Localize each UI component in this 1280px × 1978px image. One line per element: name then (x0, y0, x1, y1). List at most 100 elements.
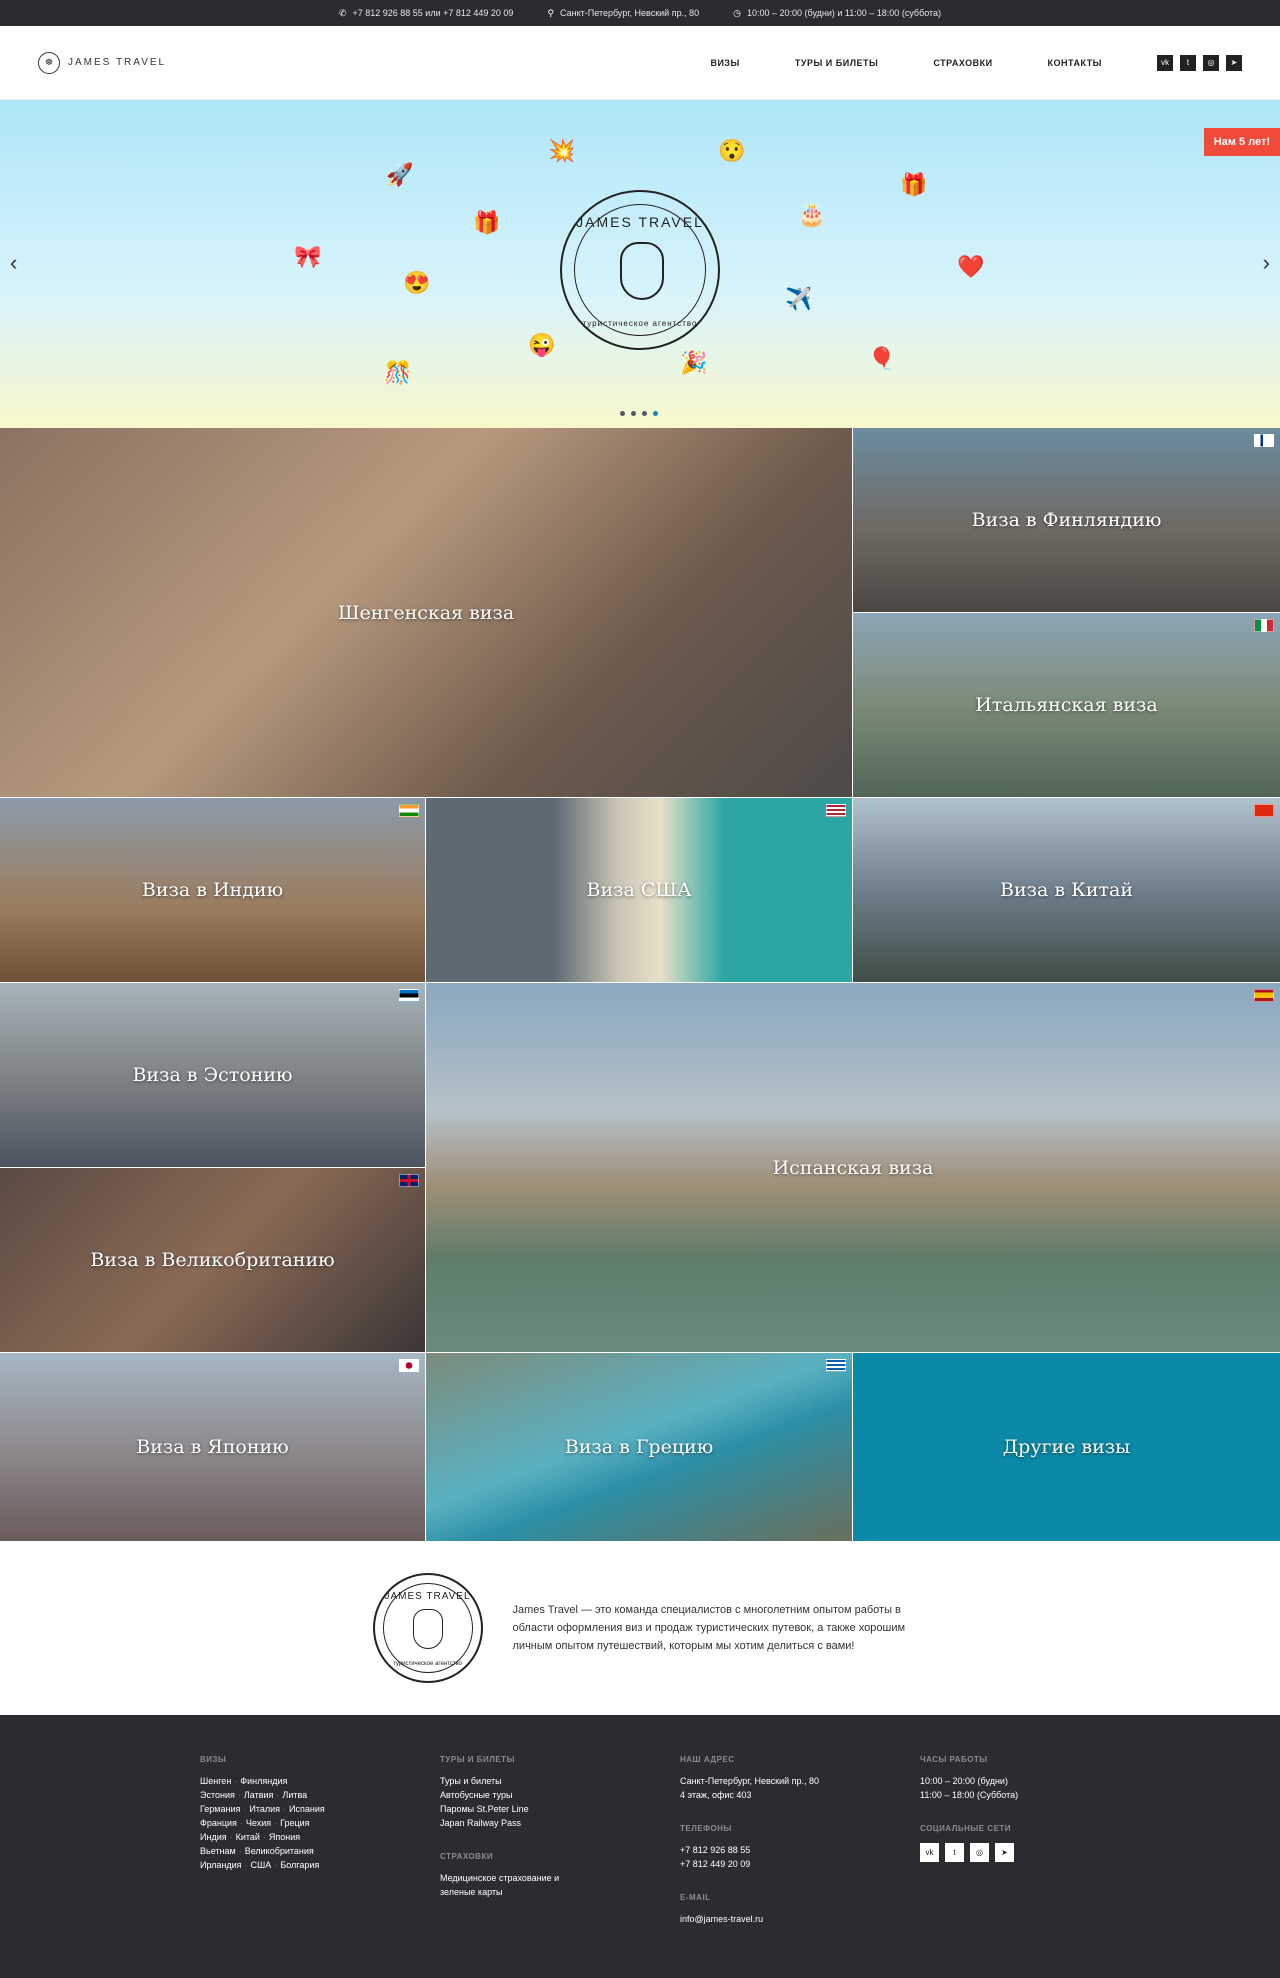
finland-flag-icon (1254, 434, 1274, 447)
tile-label: Виза США (586, 879, 692, 901)
footer-link[interactable]: Эстония (200, 1790, 235, 1800)
nav-insurance[interactable]: СТРАХОВКИ (933, 58, 992, 68)
confetti-ball-icon: 🎊 (384, 360, 412, 385)
tile-india[interactable]: Виза в Индию (0, 798, 425, 982)
tile-label: Виза в Китай (1000, 879, 1133, 901)
tile-label: Итальянская виза (975, 694, 1158, 716)
slider-prev-arrow-icon[interactable]: ‹ (10, 250, 17, 276)
footer-link[interactable]: Туры и билеты (440, 1774, 680, 1788)
captain-face-icon (412, 1609, 443, 1649)
emblem-title: JAMES TRAVEL (384, 1591, 471, 1602)
tile-uk[interactable]: Виза в Великобританию (0, 1168, 425, 1352)
tile-finland[interactable]: Виза в Финляндию (853, 428, 1280, 612)
footer-link[interactable]: Автобусные туры (440, 1788, 680, 1802)
logo-text: JAMES TRAVEL (68, 57, 167, 68)
phone-info[interactable]: ✆ +7 812 926 88 55 или +7 812 449 20 09 (339, 8, 514, 19)
usa-flag-icon (826, 804, 846, 817)
footer-link[interactable]: Медицинское страхование и (440, 1871, 680, 1885)
tile-usa[interactable]: Виза США (426, 798, 852, 982)
tile-label: Виза в Великобританию (90, 1249, 335, 1271)
twitter-icon[interactable]: t (945, 1843, 964, 1862)
footer-email[interactable]: info@james-travel.ru (680, 1912, 920, 1926)
footer-link[interactable]: Франция (200, 1818, 237, 1828)
location-pin-icon: ⚲ (547, 7, 555, 18)
telegram-icon[interactable]: ➤ (995, 1843, 1014, 1862)
tile-schengen[interactable]: Шенгенская виза (0, 428, 852, 797)
footer-link[interactable]: Чехия (246, 1818, 271, 1828)
gift-box-icon: 🎁 (900, 172, 928, 197)
phone-icon: ✆ (338, 7, 347, 18)
tile-china[interactable]: Виза в Китай (853, 798, 1280, 982)
footer-address-line: 4 этаж, офис 403 (680, 1790, 752, 1800)
uk-flag-icon (399, 1174, 419, 1187)
tile-label: Другие визы (1002, 1436, 1131, 1458)
airplane-icon: ✈️ (785, 286, 813, 311)
site-footer: ВИЗЫ Шенген · Финляндия Эстония · Латвия · Лит… (0, 1715, 1280, 1978)
slider-dot-active[interactable] (653, 411, 658, 416)
site-logo[interactable]: ☸ JAMES TRAVEL (38, 51, 167, 74)
vk-icon[interactable]: vk (1157, 54, 1173, 71)
china-flag-icon (1254, 804, 1274, 817)
footer-link[interactable]: Japan Railway Pass (440, 1816, 680, 1830)
emblem-subtitle: туристическое агентство (582, 319, 698, 328)
footer-address-line: Санкт-Петербург, Невский пр., 80 (680, 1776, 820, 1786)
sparkle-icon: 💥 (548, 138, 576, 163)
rocket-icon: 🚀 (386, 162, 414, 187)
footer-link[interactable]: Китай (236, 1832, 260, 1842)
tile-label: Шенгенская виза (337, 601, 515, 624)
slider-next-arrow-icon[interactable]: › (1263, 250, 1270, 276)
footer-heading: ТУРЫ И БИЛЕТЫ (440, 1755, 515, 1764)
nav-tours[interactable]: ТУРЫ И БИЛЕТЫ (795, 58, 878, 68)
instagram-icon[interactable]: ◎ (1203, 54, 1219, 71)
footer-link[interactable]: Италия (249, 1804, 280, 1814)
footer-link[interactable]: Ирландия (200, 1860, 242, 1870)
nav-contacts[interactable]: КОНТАКТЫ (1048, 58, 1102, 68)
footer-link[interactable]: Германия (200, 1804, 240, 1814)
footer-link[interactable]: Индия (200, 1832, 227, 1842)
footer-visa-row: Шенген · Финляндия (200, 1776, 288, 1786)
tile-italy[interactable]: Итальянская виза (853, 613, 1280, 797)
vk-icon[interactable]: vk (920, 1843, 939, 1862)
telegram-icon[interactable]: ➤ (1226, 54, 1242, 71)
tile-estonia[interactable]: Виза в Эстонию (0, 983, 425, 1167)
nav-visas[interactable]: ВИЗЫ (710, 58, 739, 68)
instagram-icon[interactable]: ◎ (970, 1843, 989, 1862)
footer-link[interactable]: Паромы St.Peter Line (440, 1802, 680, 1816)
twitter-icon[interactable]: t (1180, 54, 1196, 71)
slider-dot[interactable] (620, 411, 625, 416)
top-info-bar: ✆ +7 812 926 88 55 или +7 812 449 20 09 ⚲… (0, 0, 1280, 26)
footer-link[interactable]: Вьетнам (200, 1846, 236, 1856)
footer-link[interactable]: Финляндия (240, 1776, 287, 1786)
footer-phone[interactable]: +7 812 449 20 09 (680, 1857, 920, 1871)
footer-link[interactable]: зеленые карты (440, 1885, 680, 1899)
footer-link[interactable]: США (251, 1860, 272, 1870)
slider-dot[interactable] (631, 411, 636, 416)
tile-greece[interactable]: Виза в Грецию (426, 1353, 852, 1541)
footer-heading: ЧАСЫ РАБОТЫ (920, 1755, 988, 1764)
footer-visa-row: Франция · Чехия · Греция (200, 1818, 310, 1828)
india-flag-icon (399, 804, 419, 817)
footer-visa-row: Ирландия · США · Болгария (200, 1860, 320, 1870)
slider-dot[interactable] (642, 411, 647, 416)
footer-link[interactable]: Великобритания (245, 1846, 314, 1856)
anniversary-badge[interactable]: Нам 5 лет! (1203, 128, 1280, 156)
footer-heading: НАШ АДРЕС (680, 1755, 735, 1764)
about-section: JAMES TRAVEL туристическое агентство Jam… (0, 1541, 1280, 1715)
footer-link[interactable]: Греция (280, 1818, 309, 1828)
footer-link[interactable]: Латвия (244, 1790, 274, 1800)
footer-link[interactable]: Литва (282, 1790, 307, 1800)
emblem-title: JAMES TRAVEL (576, 214, 704, 230)
hero-slider: ‹ › Нам 5 лет! 🚀 💥 😯 🎁 🎂 🎁 🎀 😍 ❤️ ✈️ 😜 🎈… (0, 100, 1280, 428)
footer-link[interactable]: Япония (269, 1832, 300, 1842)
footer-link[interactable]: Болгария (280, 1860, 319, 1870)
tile-label: Виза в Эстонию (132, 1064, 293, 1086)
footer-phone[interactable]: +7 812 926 88 55 (680, 1843, 920, 1857)
tile-spain[interactable]: Испанская виза (426, 983, 1280, 1352)
footer-link[interactable]: Испания (289, 1804, 325, 1814)
footer-link[interactable]: Шенген (200, 1776, 231, 1786)
hours-info: ◷ 10:00 – 20:00 (будни) и 11:00 – 18:00 (… (733, 8, 941, 19)
cake-icon: 🎂 (798, 202, 826, 227)
gift-icon: 🎁 (473, 210, 501, 235)
tile-japan[interactable]: Виза в Японию (0, 1353, 425, 1541)
tile-other-visas[interactable]: Другие визы (853, 1353, 1280, 1541)
